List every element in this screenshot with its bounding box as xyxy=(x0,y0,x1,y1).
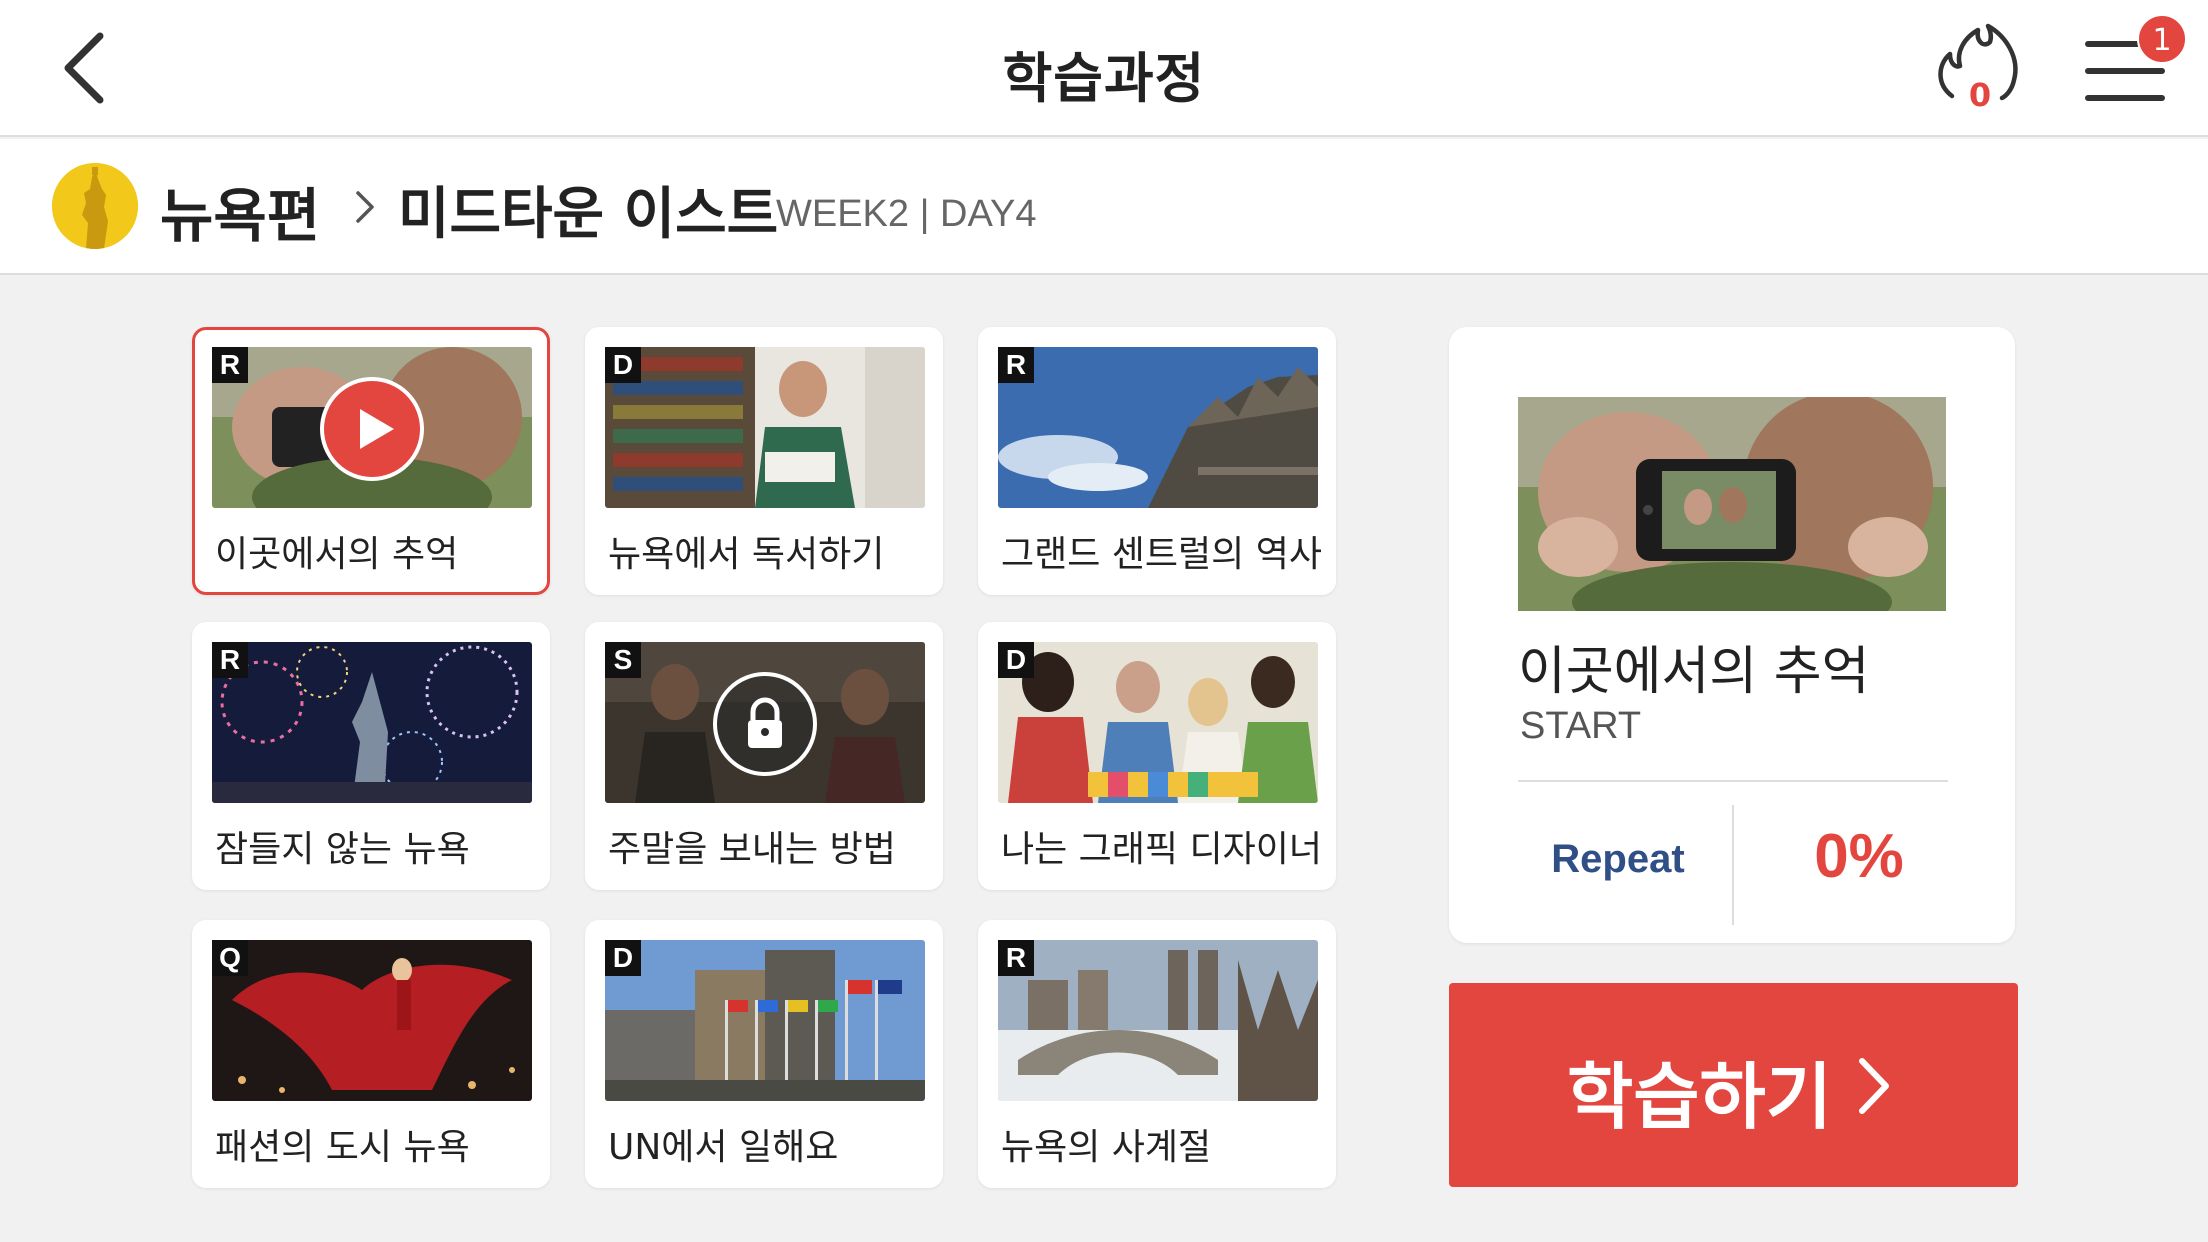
lesson-type-badge: D xyxy=(605,940,641,976)
lesson-card[interactable]: R 이곳에서의 추억 xyxy=(192,327,550,595)
lesson-type-badge: Q xyxy=(212,940,248,976)
lesson-title: 패션의 도시 뉴욕 xyxy=(215,1127,470,1168)
lesson-title: 잠들지 않는 뉴욕 xyxy=(215,829,470,870)
page-title: 학습과정 xyxy=(1002,47,1206,110)
lesson-title: 뉴욕의 사계절 xyxy=(1001,1127,1212,1168)
lesson-type-badge: R xyxy=(212,642,248,678)
lesson-thumbnail xyxy=(212,940,532,1101)
lesson-card[interactable]: S 주말을 보내는 방법 xyxy=(585,622,943,890)
lesson-thumbnail xyxy=(605,347,925,508)
lesson-thumbnail xyxy=(605,940,925,1101)
lesson-title: 그랜드 센트럴의 역사 xyxy=(1001,534,1322,575)
lesson-card[interactable]: D 뉴욕에서 독서하기 xyxy=(585,327,943,595)
detail-thumbnail xyxy=(1518,397,1946,611)
lesson-card[interactable]: D 나는 그래픽 디자이너 xyxy=(978,622,1336,890)
lesson-thumbnail xyxy=(212,642,532,803)
breadcrumb: 뉴욕편 미드타운 이스트 WEEK2 | DAY4 xyxy=(0,139,2208,275)
detail-title: 이곳에서의 추억 xyxy=(1518,642,1870,702)
start-study-button[interactable]: 학습하기 xyxy=(1449,983,2018,1187)
lesson-type-badge: S xyxy=(605,642,641,678)
streak-count: 0 xyxy=(1968,76,1992,114)
lesson-card[interactable]: R 뉴욕의 사계절 xyxy=(978,920,1336,1188)
menu-button[interactable]: 1 xyxy=(2080,14,2187,116)
study-button-label: 학습하기 xyxy=(1567,1055,1832,1139)
lesson-thumbnail xyxy=(998,347,1318,508)
lesson-type-badge: D xyxy=(998,642,1034,678)
streak-button[interactable]: 0 xyxy=(1930,18,2030,118)
detail-status: START xyxy=(1520,705,1642,747)
lesson-card[interactable]: D UN에서 일해요 xyxy=(585,920,943,1188)
lesson-card[interactable]: R 그랜드 센트럴의 역사 xyxy=(978,327,1336,595)
breadcrumb-lesson: 미드타운 이스트 xyxy=(398,182,779,247)
lesson-thumbnail xyxy=(998,642,1318,803)
lesson-card[interactable]: R 잠들지 않는 뉴욕 xyxy=(192,622,550,890)
lesson-type-badge: R xyxy=(998,940,1034,976)
lesson-title: 나는 그래픽 디자이너 xyxy=(1001,829,1322,870)
lesson-title: UN에서 일해요 xyxy=(608,1127,839,1168)
notification-badge: 1 xyxy=(2137,14,2187,64)
top-bar: 학습과정 0 1 xyxy=(0,0,2208,137)
lesson-type-badge: R xyxy=(212,347,248,383)
lesson-card[interactable]: Q 패션의 도시 뉴욕 xyxy=(192,920,550,1188)
play-icon[interactable] xyxy=(318,375,426,483)
divider xyxy=(1518,780,1948,782)
week-day-label: WEEK2 | DAY4 xyxy=(776,193,1037,235)
lesson-type-badge: D xyxy=(605,347,641,383)
repeat-button[interactable]: Repeat xyxy=(1518,837,1718,882)
chevron-right-icon xyxy=(1859,1058,1889,1114)
lesson-title: 주말을 보내는 방법 xyxy=(608,829,896,870)
lesson-thumbnail xyxy=(998,940,1318,1101)
course-avatar xyxy=(52,163,138,249)
lesson-title: 뉴욕에서 독서하기 xyxy=(608,534,885,575)
progress-percent: 0% xyxy=(1814,822,1904,891)
lock-icon xyxy=(713,672,817,776)
statue-of-liberty-icon xyxy=(52,163,138,249)
divider xyxy=(1732,805,1734,925)
lesson-type-badge: R xyxy=(998,347,1034,383)
lesson-detail-panel: 이곳에서의 추억 START Repeat 0% xyxy=(1449,327,2015,943)
chevron-right-icon xyxy=(356,191,374,223)
breadcrumb-course[interactable]: 뉴욕편 xyxy=(160,169,320,253)
lesson-title: 이곳에서의 추억 xyxy=(215,534,459,575)
